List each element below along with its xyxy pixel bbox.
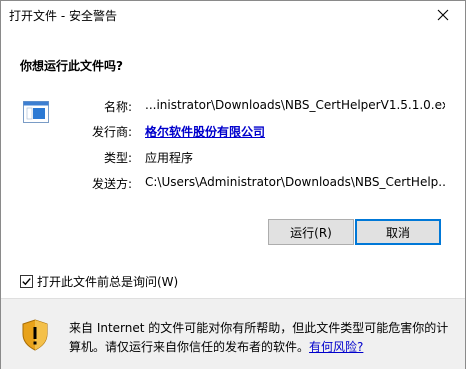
always-ask-checkbox[interactable]: [20, 275, 33, 288]
footer-message-block: 来自 Internet 的文件可能对你有所帮助，但此文件类型可能危害你的计算机。…: [69, 319, 449, 357]
from-value: C:\Users\Administrator\Downloads\NBS_Cer…: [145, 175, 445, 189]
close-icon: [437, 9, 449, 21]
warning-shield-icon: [22, 319, 48, 351]
footer-panel: 来自 Internet 的文件可能对你有所帮助，但此文件类型可能危害你的计算机。…: [1, 298, 465, 369]
checkmark-icon: [22, 278, 31, 286]
name-value: ...inistrator\Downloads\NBS_CertHelperV1…: [145, 98, 445, 112]
always-ask-label[interactable]: 打开此文件前总是询问(W): [37, 273, 178, 290]
name-label: 名称:: [103, 100, 132, 114]
from-label: 发送方:: [91, 177, 132, 191]
publisher-label: 发行商:: [91, 125, 132, 139]
cancel-button[interactable]: 取消: [355, 219, 441, 245]
dialog-headline: 你想运行此文件吗?: [20, 59, 123, 73]
type-label: 类型:: [103, 151, 132, 165]
publisher-link[interactable]: 格尔软件股份有限公司: [145, 123, 265, 140]
security-warning-dialog: 打开文件 - 安全警告 你想运行此文件吗? 名称: ...inistrator\…: [0, 0, 466, 369]
footer-message: 来自 Internet 的文件可能对你有所帮助，但此文件类型可能危害你的计算机。…: [69, 321, 449, 354]
run-button[interactable]: 运行(R): [268, 219, 354, 245]
title-bar[interactable]: 打开文件 - 安全警告: [1, 1, 465, 29]
window-title: 打开文件 - 安全警告: [9, 9, 117, 23]
type-value: 应用程序: [145, 151, 194, 165]
close-button[interactable]: [421, 1, 465, 29]
risk-link[interactable]: 有何风险?: [309, 340, 363, 354]
